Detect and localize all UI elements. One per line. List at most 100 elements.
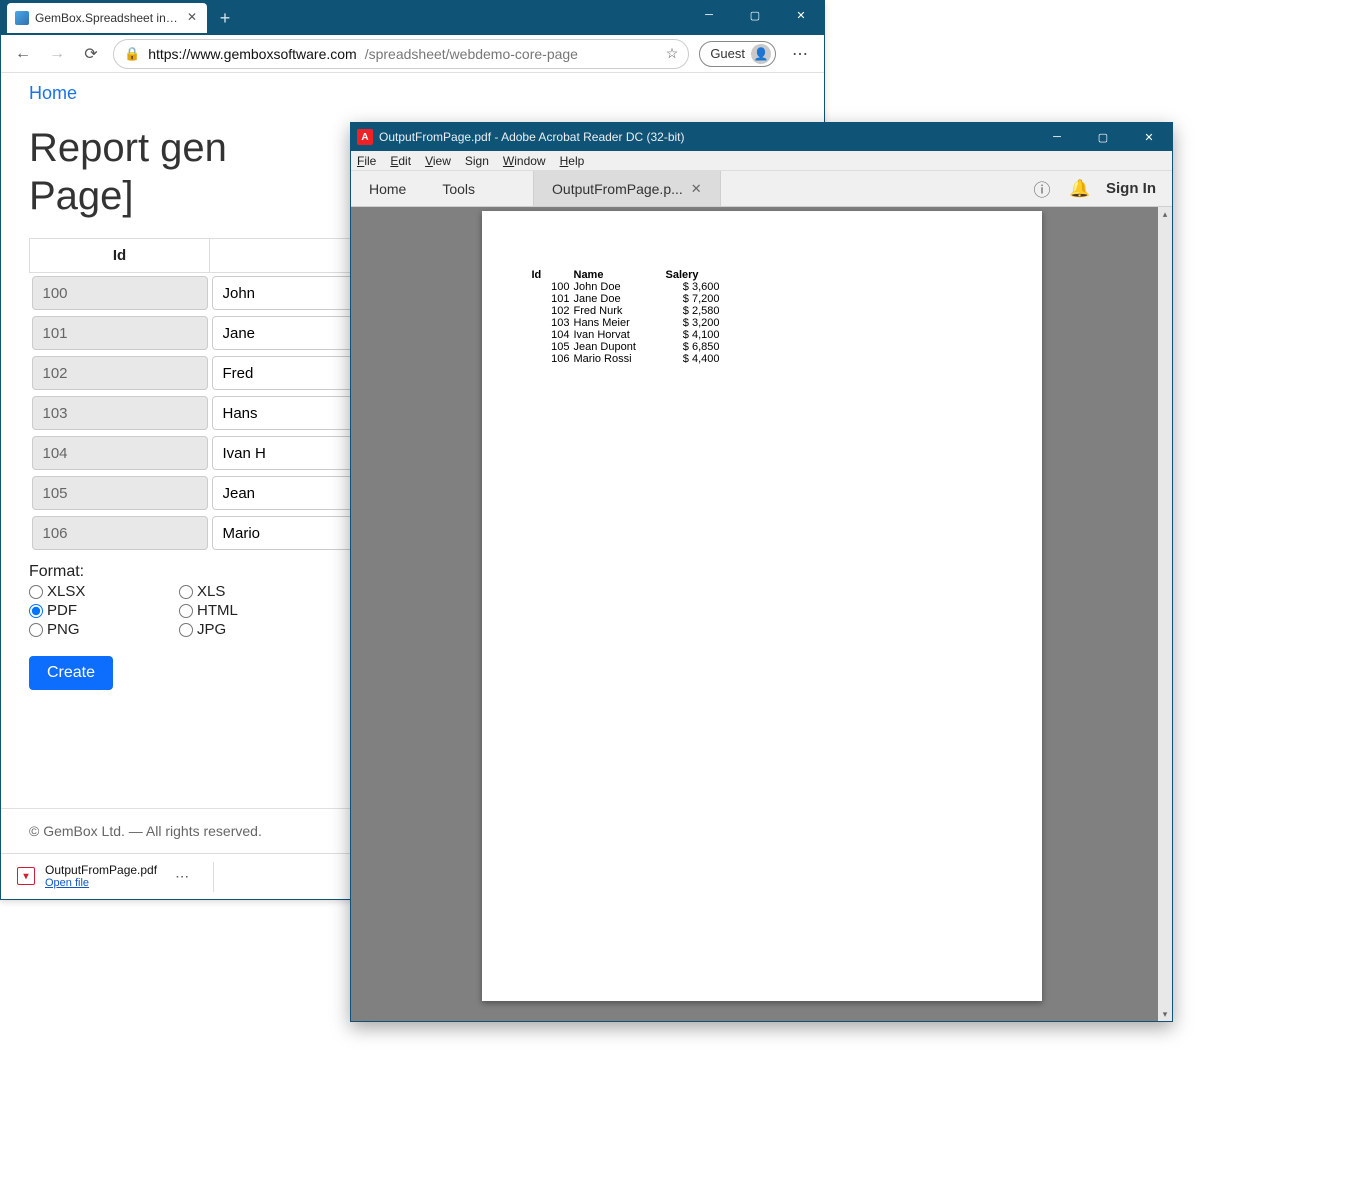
profile-label: Guest — [710, 46, 745, 61]
nav-home-link[interactable]: Home — [29, 83, 77, 103]
id-field[interactable] — [32, 276, 208, 310]
pdf-table: Id Name Salery 100John Doe$ 3,600101Jane… — [532, 269, 992, 365]
menu-file[interactable]: File — [357, 154, 376, 168]
pdf-cell-name: Mario Rossi — [574, 353, 666, 365]
acrobat-maximize-button[interactable]: ▢ — [1080, 123, 1126, 151]
tab-strip: GemBox.Spreadsheet in ASP.NET ✕ + — [1, 1, 686, 35]
help-icon[interactable]: ⓘ — [1030, 177, 1054, 201]
pdf-cell-name: Jean Dupont — [574, 341, 666, 353]
favicon-icon — [15, 11, 29, 25]
pdf-cell-salary: $ 6,850 — [666, 341, 720, 353]
pdf-cell-id: 103 — [532, 317, 574, 329]
signin-button[interactable]: Sign In — [1106, 180, 1156, 197]
id-field[interactable] — [32, 476, 208, 510]
col-header-id: Id — [30, 239, 210, 273]
acrobat-app-icon: A — [357, 129, 373, 145]
download-filename: OutputFromPage.pdf — [45, 863, 157, 877]
divider — [213, 862, 214, 892]
pdf-cell-salary: $ 3,200 — [666, 317, 720, 329]
maximize-button[interactable]: ▢ — [732, 1, 778, 29]
minimize-button[interactable]: ─ — [686, 1, 732, 29]
radio-png[interactable]: PNG — [29, 621, 179, 638]
pdf-row: 104Ivan Horvat$ 4,100 — [532, 329, 992, 341]
pdf-row: 101Jane Doe$ 7,200 — [532, 293, 992, 305]
create-button[interactable]: Create — [29, 656, 113, 690]
acrobat-title-text: OutputFromPage.pdf - Adobe Acrobat Reade… — [379, 130, 685, 144]
pdf-row: 106Mario Rossi$ 4,400 — [532, 353, 992, 365]
acrobat-doc-close-icon[interactable]: ✕ — [691, 181, 702, 197]
url-host: https://www.gemboxsoftware.com — [148, 46, 357, 62]
acrobat-minimize-button[interactable]: ─ — [1034, 123, 1080, 151]
radio-xlsx[interactable]: XLSX — [29, 583, 179, 600]
id-field[interactable] — [32, 396, 208, 430]
tab-close-icon[interactable]: ✕ — [185, 11, 199, 25]
tab-title: GemBox.Spreadsheet in ASP.NET — [35, 11, 179, 25]
id-field[interactable] — [32, 356, 208, 390]
pdf-cell-id: 100 — [532, 281, 574, 293]
download-menu-icon[interactable]: ⋯ — [167, 864, 197, 889]
menu-edit[interactable]: Edit — [390, 154, 411, 168]
forward-button[interactable]: → — [45, 42, 69, 66]
id-field[interactable] — [32, 516, 208, 550]
pdf-row: 102Fred Nurk$ 2,580 — [532, 305, 992, 317]
pdf-cell-salary: $ 3,600 — [666, 281, 720, 293]
acrobat-close-button[interactable]: ✕ — [1126, 123, 1172, 151]
bell-icon[interactable]: 🔔 — [1068, 177, 1092, 201]
back-button[interactable]: ← — [11, 42, 35, 66]
pdf-cell-id: 101 — [532, 293, 574, 305]
browser-toolbar: ← → ⟳ 🔒 https://www.gemboxsoftware.com/s… — [1, 35, 824, 73]
pdf-cell-name: Fred Nurk — [574, 305, 666, 317]
acrobat-toolbar: Home Tools OutputFromPage.p... ✕ ⓘ 🔔 Sig… — [351, 171, 1172, 207]
profile-button[interactable]: Guest 👤 — [699, 41, 776, 67]
pdf-cell-name: Jane Doe — [574, 293, 666, 305]
pdf-file-icon: ▾ — [17, 867, 35, 885]
window-controls: ─ ▢ ✕ — [686, 1, 824, 35]
browser-titlebar: GemBox.Spreadsheet in ASP.NET ✕ + ─ ▢ ✕ — [1, 1, 824, 35]
radio-pdf[interactable]: PDF — [29, 602, 179, 619]
acrobat-tab-document[interactable]: OutputFromPage.p... ✕ — [533, 171, 721, 206]
radio-xls[interactable]: XLS — [179, 583, 329, 600]
pdf-cell-name: John Doe — [574, 281, 666, 293]
site-nav: Home — [1, 73, 824, 114]
download-item[interactable]: ▾ OutputFromPage.pdf Open file ⋯ — [7, 859, 207, 895]
pdf-row: 100John Doe$ 3,600 — [532, 281, 992, 293]
close-button[interactable]: ✕ — [778, 1, 824, 29]
menu-help[interactable]: Help — [560, 154, 585, 168]
menu-view[interactable]: View — [425, 154, 451, 168]
radio-html[interactable]: HTML — [179, 602, 329, 619]
acrobat-document-area[interactable]: Id Name Salery 100John Doe$ 3,600101Jane… — [351, 207, 1172, 1021]
pdf-cell-salary: $ 7,200 — [666, 293, 720, 305]
address-bar[interactable]: 🔒 https://www.gemboxsoftware.com/spreads… — [113, 39, 689, 69]
pdf-row: 103Hans Meier$ 3,200 — [532, 317, 992, 329]
menu-window[interactable]: Window — [503, 154, 546, 168]
favorite-icon[interactable]: ☆ — [666, 45, 679, 62]
more-button[interactable]: ⋯ — [786, 40, 814, 68]
avatar-icon: 👤 — [751, 44, 771, 64]
id-field[interactable] — [32, 436, 208, 470]
pdf-cell-salary: $ 4,400 — [666, 353, 720, 365]
refresh-button[interactable]: ⟳ — [79, 42, 103, 66]
download-open-link[interactable]: Open file — [45, 877, 157, 890]
url-path: /spreadsheet/webdemo-core-page — [365, 46, 578, 62]
acrobat-tab-tools[interactable]: Tools — [424, 171, 493, 206]
pdf-header-id: Id — [532, 269, 574, 281]
acrobat-window-controls: ─ ▢ ✕ — [1034, 123, 1172, 151]
scroll-up-icon[interactable]: ▴ — [1158, 207, 1172, 221]
radio-jpg[interactable]: JPG — [179, 621, 329, 638]
pdf-cell-salary: $ 2,580 — [666, 305, 720, 317]
pdf-header-name: Name — [574, 269, 666, 281]
browser-tab[interactable]: GemBox.Spreadsheet in ASP.NET ✕ — [7, 3, 207, 33]
acrobat-tab-home[interactable]: Home — [351, 171, 424, 206]
pdf-cell-name: Hans Meier — [574, 317, 666, 329]
scroll-down-icon[interactable]: ▾ — [1158, 1007, 1172, 1021]
new-tab-button[interactable]: + — [211, 4, 239, 32]
vertical-scrollbar[interactable]: ▴ ▾ — [1158, 207, 1172, 1021]
pdf-page: Id Name Salery 100John Doe$ 3,600101Jane… — [482, 211, 1042, 1001]
pdf-cell-id: 104 — [532, 329, 574, 341]
id-field[interactable] — [32, 316, 208, 350]
acrobat-window: A OutputFromPage.pdf - Adobe Acrobat Rea… — [350, 122, 1173, 1022]
menu-sign[interactable]: Sign — [465, 154, 489, 168]
pdf-cell-name: Ivan Horvat — [574, 329, 666, 341]
pdf-cell-id: 106 — [532, 353, 574, 365]
pdf-cell-id: 105 — [532, 341, 574, 353]
